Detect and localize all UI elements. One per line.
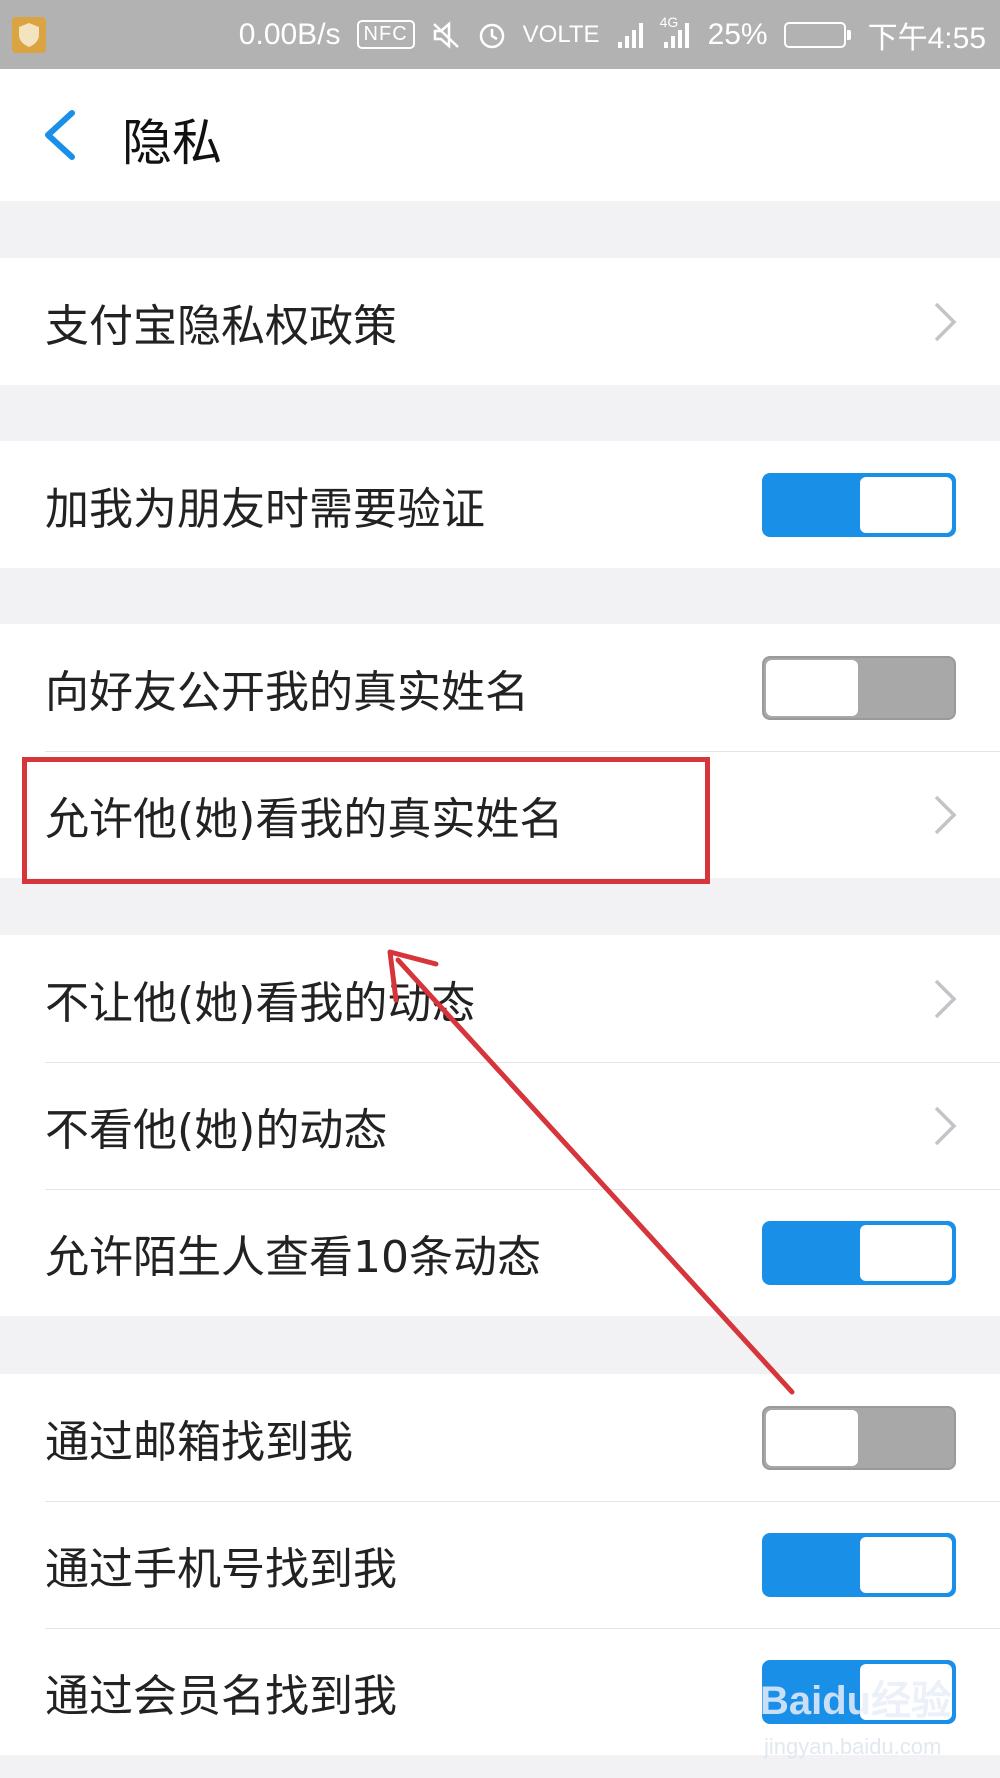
toggle-knob — [766, 1409, 858, 1466]
page-title: 隐私 — [122, 114, 222, 172]
find-by-phone-row: 通过手机号找到我 — [0, 1501, 1000, 1628]
watermark-brand: Baidu经验 — [760, 1679, 952, 1723]
settings-group-friend-verify: 加我为朋友时需要验证 — [0, 441, 1000, 568]
find-by-phone-toggle[interactable] — [762, 1532, 956, 1597]
chevron-right-icon — [934, 1106, 957, 1145]
settings-group-moments: 不让他(她)看我的动态 不看他(她)的动态 允许陌生人查看10条动态 — [0, 935, 1000, 1316]
status-bar: 0.00B/s NFC VOLTE 4G 25% 下午4:55 — [0, 0, 1000, 69]
chevron-left-icon[interactable] — [40, 109, 80, 161]
security-shield-icon — [12, 17, 46, 53]
alarm-icon — [477, 20, 507, 50]
row-label: 通过邮箱找到我 — [45, 1416, 353, 1468]
row-label: 通过手机号找到我 — [45, 1543, 397, 1595]
public-real-name-toggle[interactable] — [762, 655, 956, 720]
find-by-email-toggle[interactable] — [762, 1405, 956, 1470]
chevron-right-icon — [934, 302, 957, 341]
baidu-watermark: Baidu经验 jingyan.baidu.com — [760, 1668, 980, 1768]
settings-group-policy: 支付宝隐私权政策 — [0, 258, 1000, 385]
row-label: 支付宝隐私权政策 — [45, 300, 397, 352]
mute-icon — [431, 20, 461, 50]
row-label: 向好友公开我的真实姓名 — [45, 666, 529, 718]
row-label: 通过会员名找到我 — [45, 1670, 397, 1722]
top-bar: 隐私 — [0, 69, 1000, 201]
watermark-url: jingyan.baidu.com — [764, 1734, 942, 1759]
stranger-moments-toggle[interactable] — [762, 1220, 956, 1285]
network-speed: 0.00B/s — [238, 17, 341, 51]
chevron-right-icon — [934, 795, 957, 834]
toggle-knob — [860, 1224, 952, 1281]
toggle-knob — [860, 1536, 952, 1593]
stranger-moments-row: 允许陌生人查看10条动态 — [0, 1189, 1000, 1316]
toggle-knob — [860, 476, 952, 533]
toggle-knob — [766, 659, 858, 716]
volte-label: VOLTE — [522, 20, 600, 48]
privacy-policy-row[interactable]: 支付宝隐私权政策 — [0, 258, 1000, 385]
row-label: 加我为朋友时需要验证 — [45, 483, 485, 535]
signal-icon — [616, 20, 646, 50]
friend-verification-row: 加我为朋友时需要验证 — [0, 441, 1000, 568]
clock: 下午4:55 — [867, 21, 986, 55]
row-label: 不看他(她)的动态 — [45, 1104, 388, 1156]
annotation-highlight-box — [22, 757, 710, 884]
row-label: 不让他(她)看我的动态 — [45, 977, 476, 1029]
chevron-right-icon — [934, 979, 957, 1018]
mobile-data-icon: 4G — [660, 14, 692, 50]
find-by-email-row: 通过邮箱找到我 — [0, 1374, 1000, 1501]
battery-icon — [783, 21, 851, 48]
hide-their-moments-row[interactable]: 不看他(她)的动态 — [0, 1062, 1000, 1189]
battery-percent: 25% — [707, 17, 768, 51]
friend-verification-toggle[interactable] — [762, 472, 956, 537]
nfc-icon: NFC — [356, 20, 415, 49]
hide-my-moments-row[interactable]: 不让他(她)看我的动态 — [0, 935, 1000, 1062]
public-real-name-row: 向好友公开我的真实姓名 — [0, 624, 1000, 751]
row-label: 允许陌生人查看10条动态 — [45, 1231, 541, 1283]
network-type-label: 4G — [659, 13, 679, 30]
